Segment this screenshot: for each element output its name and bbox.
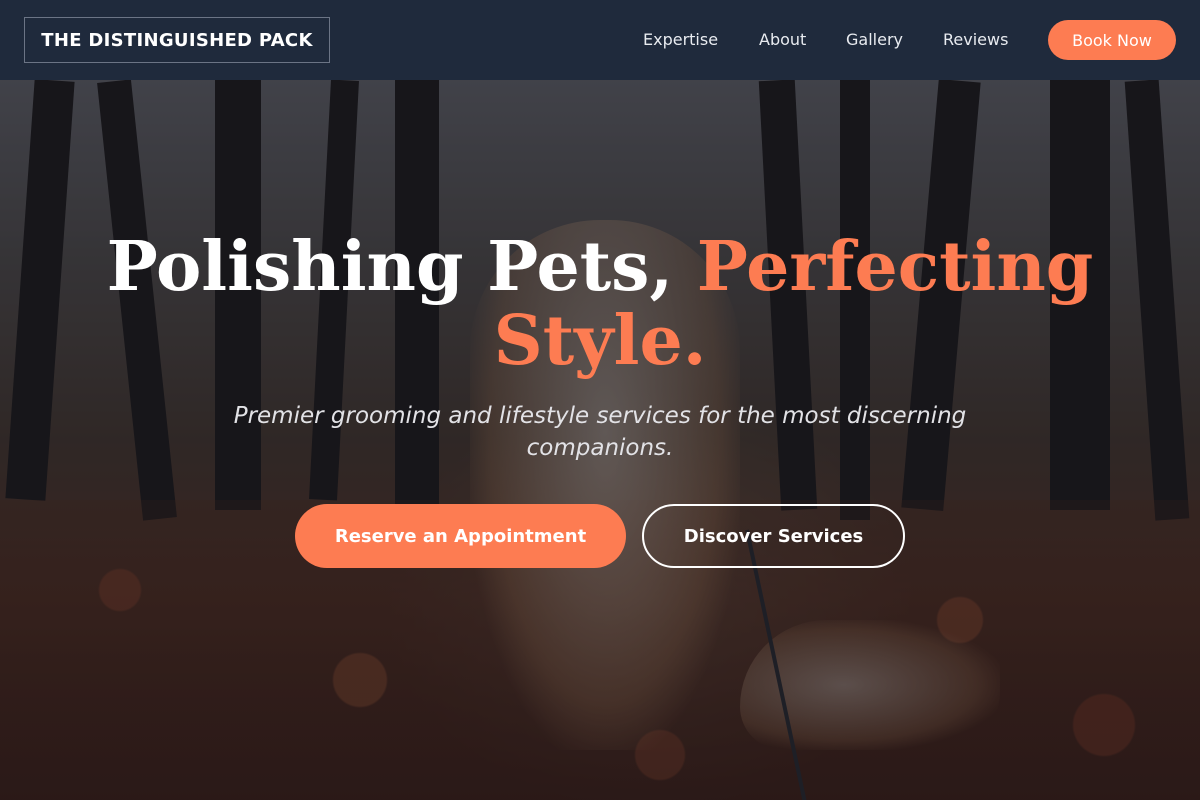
hero-section: Polishing Pets, Perfecting Style. Premie… xyxy=(0,80,1200,800)
nav-link-about[interactable]: About xyxy=(759,30,806,49)
nav-link-gallery[interactable]: Gallery xyxy=(846,30,903,49)
book-now-button[interactable]: Book Now xyxy=(1048,20,1176,60)
site-logo[interactable]: THE DISTINGUISHED PACK xyxy=(24,17,330,63)
hero-headline: Polishing Pets, Perfecting Style. xyxy=(0,230,1200,378)
headline-main: Polishing Pets, xyxy=(106,227,697,307)
reserve-appointment-button[interactable]: Reserve an Appointment xyxy=(295,504,626,568)
nav-link-expertise[interactable]: Expertise xyxy=(643,30,718,49)
nav-link-reviews[interactable]: Reviews xyxy=(943,30,1008,49)
site-header: THE DISTINGUISHED PACK Expertise About G… xyxy=(0,0,1200,80)
hero-subtitle: Premier grooming and lifestyle services … xyxy=(233,403,967,461)
discover-services-button[interactable]: Discover Services xyxy=(642,504,905,568)
